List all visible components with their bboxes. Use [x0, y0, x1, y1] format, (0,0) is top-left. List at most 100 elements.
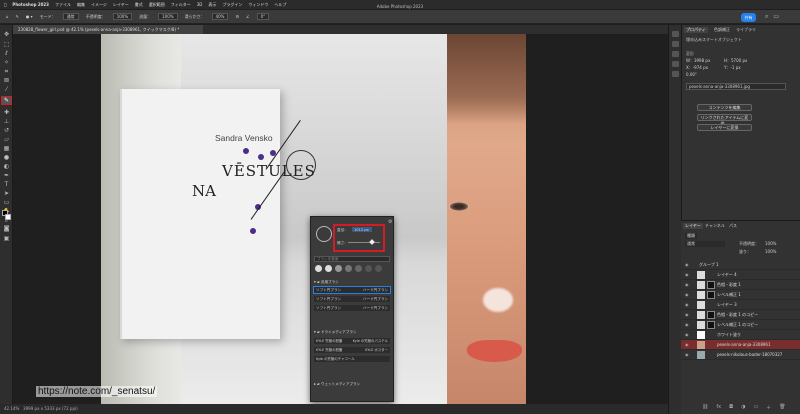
mask-icon[interactable]: ◘ [729, 404, 733, 411]
tab-paths[interactable]: パス [727, 223, 739, 229]
document-tab[interactable]: 230828_flower_girl.psd @ 42.1% (pexels-a… [13, 25, 203, 34]
edit-contents-button[interactable]: コンテンツを編集 [697, 104, 752, 111]
gradient-tool-icon[interactable]: ▦ [2, 145, 11, 152]
eyedropper-tool-icon[interactable]: ⁄ [2, 86, 11, 93]
brush-item[interactable]: KYLE 究極の鉛筆 KYLE ポスター [314, 347, 390, 353]
layer-row[interactable]: ◉ ホワイト塗り [681, 330, 800, 340]
gear-icon[interactable]: ⚙ [235, 14, 239, 19]
eye-icon[interactable]: ◉ [685, 310, 689, 320]
brush-item[interactable]: ソフト円ブラシ ハード円ブラシ [314, 296, 390, 302]
brush-group-wet[interactable]: ▸ ▰ ウェットメディアブラシ [314, 381, 390, 387]
recent-brush[interactable] [355, 265, 362, 272]
layer-row[interactable]: ◉ レベル補正 1 [681, 290, 800, 300]
layer-filter-select[interactable]: 種類 [685, 233, 697, 239]
background-color-swatch[interactable] [5, 214, 11, 220]
height-value[interactable]: H：5700 px [724, 58, 747, 64]
layer-row[interactable]: ◉ レイヤー 3 [681, 300, 800, 310]
layer-row[interactable]: ◉ 色相・彩度 1 のコピー [681, 310, 800, 320]
frame-tool-icon[interactable]: ⊠ [2, 77, 11, 84]
eye-icon[interactable]: ◉ [685, 300, 689, 310]
pen-tool-icon[interactable]: ✒ [2, 172, 11, 179]
tab-adjustments[interactable]: 色調補正 [712, 27, 732, 33]
eye-icon[interactable]: ◉ [685, 350, 689, 360]
layer-row[interactable]: ◉ レイヤー 4 [681, 270, 800, 280]
brush-settings-icon[interactable] [672, 51, 679, 57]
recent-brush[interactable] [375, 265, 382, 272]
new-layer-icon[interactable]: ＋ [766, 404, 771, 411]
brush-preset-picker[interactable]: ● ▾ [26, 14, 33, 19]
brush-item[interactable]: ソフト円ブラシ ハード円ブラシ [314, 305, 390, 311]
linked-file[interactable]: pexels-anna-anja-3308961.jpg [686, 83, 786, 90]
quick-select-tool-icon[interactable]: ✧ [2, 59, 11, 66]
recent-brush[interactable] [325, 265, 332, 272]
adjustment-icon[interactable]: ◑ [741, 404, 745, 411]
paragraph-icon[interactable] [672, 71, 679, 77]
home-icon[interactable]: ⌂ [6, 14, 9, 19]
type-tool-icon[interactable]: T [2, 181, 11, 188]
brush-item[interactable]: ソフト円ブラシ ハード円ブラシ [313, 286, 391, 294]
path-select-icon[interactable]: ➤ [2, 190, 11, 197]
convert-linked-button[interactable]: リンクされたアイテムに変換... [697, 114, 752, 126]
recent-brush[interactable] [335, 265, 342, 272]
layer-row[interactable]: ◉ 色相・彩度 1 [681, 280, 800, 290]
dodge-tool-icon[interactable]: ◐ [2, 163, 11, 170]
brush-item[interactable]: Kyle の究極のチャコール [314, 356, 390, 362]
smoothing-field[interactable]: 40% [211, 13, 229, 20]
crop-tool-icon[interactable]: ⌗ [2, 68, 11, 75]
blend-mode-select[interactable]: 通常 [685, 241, 725, 247]
tab-libraries[interactable]: ライブラリ [734, 27, 758, 33]
eye-icon[interactable]: ◉ [685, 290, 689, 300]
marquee-tool-icon[interactable]: ⬚ [2, 41, 11, 48]
brush-group-general[interactable]: ▾ ▰ 汎用ブラシ [314, 279, 390, 285]
brush-tool-icon[interactable]: ✎ [1, 96, 12, 105]
move-tool-icon[interactable]: ✥ [2, 31, 11, 38]
recent-brush[interactable] [345, 265, 352, 272]
quick-mask-icon[interactable]: ◙ [2, 225, 11, 232]
eye-icon[interactable]: ◉ [685, 280, 689, 290]
workspace-icon[interactable]: ▭ [773, 13, 779, 21]
angle-field[interactable]: 0° [256, 13, 270, 20]
history-icon[interactable] [672, 31, 679, 37]
tab-properties[interactable]: プロパティ [684, 27, 708, 33]
layer-row[interactable]: ◉ レベル補正 1 のコピー [681, 320, 800, 330]
eye-icon[interactable]: ◉ [685, 260, 689, 270]
eye-icon[interactable]: ◉ [685, 340, 689, 350]
character-icon[interactable] [672, 61, 679, 67]
convert-layers-button[interactable]: レイヤーに変換 [697, 124, 752, 131]
x-value[interactable]: X：-974 px [686, 65, 708, 71]
brush-search-input[interactable]: ブラシを検索 [314, 256, 390, 262]
group-icon[interactable]: ▭ [753, 404, 758, 411]
brush-item[interactable]: KYLE 究極の鉛筆 Kyle の究極のパステル [314, 338, 390, 344]
flow-field[interactable]: 100% [158, 13, 178, 20]
tab-layers[interactable]: レイヤー [683, 223, 703, 229]
history-brush-icon[interactable]: ↺ [2, 127, 11, 134]
blur-tool-icon[interactable]: ● [2, 154, 11, 161]
mode-select[interactable]: 通常 [62, 13, 79, 20]
recent-brush[interactable] [365, 265, 372, 272]
screen-mode-icon[interactable]: ▣ [2, 235, 11, 242]
angle-value[interactable]: 0.00° [686, 72, 697, 77]
share-button[interactable]: 共有 [741, 13, 756, 22]
brush-tool-icon[interactable]: ✎ [16, 14, 19, 19]
stamp-tool-icon[interactable]: ⊥ [2, 118, 11, 125]
popup-gear-icon[interactable]: ⚙ [388, 219, 392, 225]
actions-icon[interactable] [672, 41, 679, 47]
shape-tool-icon[interactable]: ▭ [2, 199, 11, 206]
tab-channels[interactable]: チャンネル [703, 223, 727, 229]
zoom-level[interactable]: 42.14% [4, 406, 19, 411]
fill-field[interactable]: 100% [765, 249, 776, 254]
eraser-tool-icon[interactable]: ▱ [2, 136, 11, 143]
eye-icon[interactable]: ◉ [685, 330, 689, 340]
layer-row-selected[interactable]: ◉ pexels-anna-anja-3308961 [681, 340, 800, 350]
search-icon[interactable]: ⌕ [765, 13, 768, 21]
layer-row[interactable]: ◉ pexels-nikolaus-bader-18070327 [681, 350, 800, 360]
brush-group-dry[interactable]: ▾ ▰ ドライメディアブラシ [314, 329, 390, 335]
healing-tool-icon[interactable]: ✚ [2, 109, 11, 116]
opacity-field[interactable]: 100% [112, 13, 133, 20]
eye-icon[interactable]: ◉ [685, 270, 689, 280]
layer-row[interactable]: ◉ グループ 1 [681, 260, 800, 270]
lasso-tool-icon[interactable]: ℓ [2, 50, 11, 57]
width-value[interactable]: W：3998 px [686, 58, 710, 64]
eye-icon[interactable]: ◉ [685, 320, 689, 330]
y-value[interactable]: Y：-1 px [724, 65, 741, 71]
